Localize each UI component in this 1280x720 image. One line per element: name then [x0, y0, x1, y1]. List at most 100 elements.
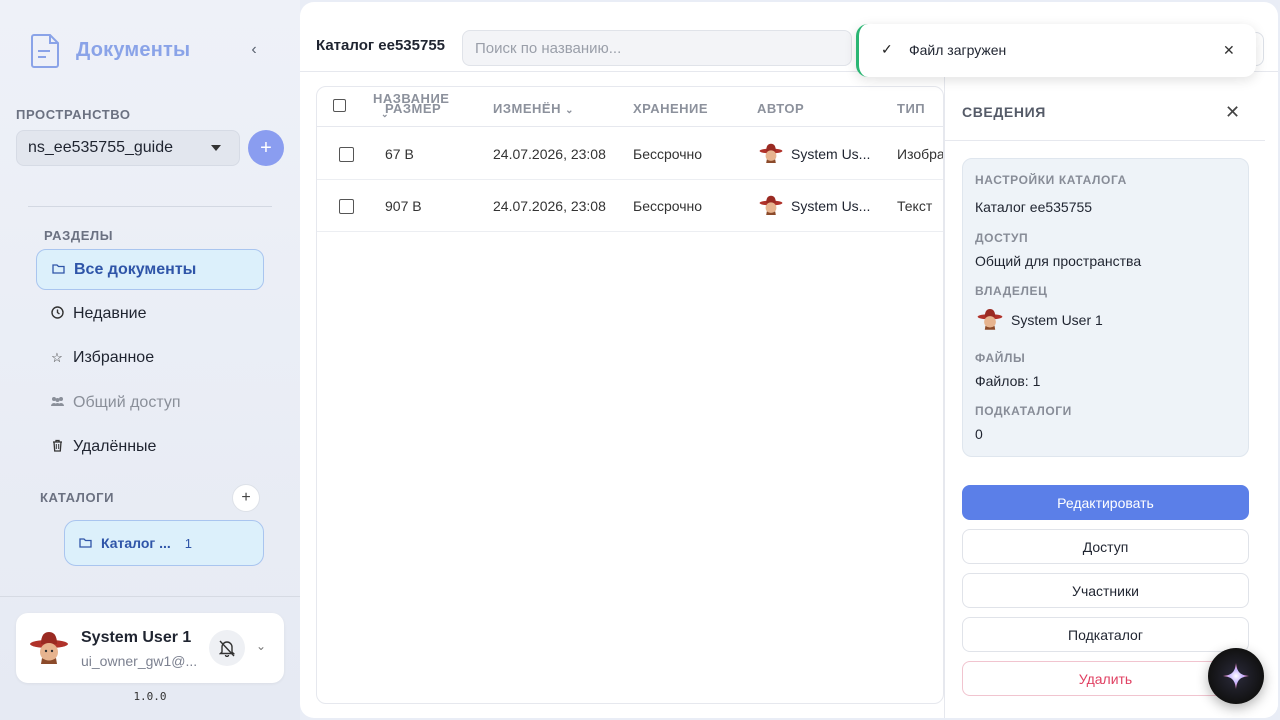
- avatar: [29, 629, 69, 674]
- column-modified-label: ИЗМЕНЁН: [493, 101, 561, 116]
- subcatalogs-value: 0: [975, 426, 983, 442]
- cell-size: 907 B: [385, 198, 422, 214]
- clock-icon: [50, 305, 64, 322]
- app-logo[interactable]: Документы: [30, 32, 190, 68]
- close-icon[interactable]: ✕: [1225, 102, 1240, 123]
- cell-size: 67 B: [385, 146, 414, 162]
- sidebar-item-all-documents[interactable]: Все документы: [36, 249, 264, 290]
- add-space-button[interactable]: +: [248, 130, 284, 166]
- column-storage[interactable]: ХРАНЕНИЕ: [633, 101, 708, 116]
- cell-modified: 24.07.2026, 23:08: [493, 146, 606, 162]
- avatar: [759, 195, 783, 215]
- owner-label: ВЛАДЕЛЕЦ: [975, 284, 1048, 298]
- column-size[interactable]: РАЗМЕР: [385, 101, 441, 116]
- sidebar-item-label: Все документы: [74, 260, 197, 278]
- details-panel: СВЕДЕНИЯ ✕ НАСТРОЙКИ КАТАЛОГА Каталог ee…: [944, 72, 1278, 718]
- collapse-sidebar-icon[interactable]: ‹: [244, 40, 264, 60]
- column-author[interactable]: АВТОР: [757, 101, 804, 116]
- bell-off-icon: [219, 640, 235, 657]
- toast-message: Файл загружен: [909, 42, 1007, 58]
- sidebar-item-deleted[interactable]: Удалённые: [36, 426, 264, 467]
- user-card[interactable]: System User 1 ui_owner_gw1@... ⌄: [16, 613, 284, 683]
- column-type[interactable]: ТИП: [897, 101, 925, 116]
- space-select-value: ns_ee535755_guide: [28, 139, 174, 156]
- cell-author-name: System Us...: [791, 198, 871, 214]
- row-checkbox[interactable]: [339, 147, 354, 162]
- catalogs-label: КАТАЛОГИ: [40, 490, 115, 505]
- sidebar-item-shared[interactable]: Общий доступ: [36, 382, 264, 423]
- folder-icon: [51, 262, 65, 277]
- access-value: Общий для пространства: [975, 253, 1142, 269]
- cell-author: System Us...: [759, 142, 870, 166]
- panel-divider: [945, 140, 1265, 141]
- sidebar-item-recent[interactable]: Недавние: [36, 293, 264, 334]
- catalog-item[interactable]: Каталог ... 1: [64, 520, 264, 566]
- space-label: ПРОСТРАНСТВО: [16, 107, 131, 122]
- table-row[interactable]: 67 B 24.07.2026, 23:08 Бессрочно System …: [317, 128, 944, 180]
- access-label: ДОСТУП: [975, 231, 1029, 245]
- access-button[interactable]: Доступ: [962, 529, 1249, 564]
- settings-label: НАСТРОЙКИ КАТАЛОГА: [975, 173, 1127, 187]
- sidebar-divider: [28, 206, 272, 207]
- avatar: [759, 143, 783, 163]
- sidebar-item-label: Общий доступ: [73, 393, 181, 411]
- cell-type: Текст: [897, 198, 933, 214]
- members-button[interactable]: Участники: [962, 573, 1249, 608]
- cell-author: System Us...: [759, 194, 870, 218]
- chevron-down-icon[interactable]: ⌄: [256, 639, 266, 653]
- search-input[interactable]: [462, 30, 852, 66]
- subcatalogs-label: ПОДКАТАЛОГИ: [975, 404, 1072, 418]
- star-icon: ☆: [51, 349, 63, 365]
- catalog-item-label: Каталог ...: [101, 535, 171, 551]
- add-catalog-button[interactable]: +: [232, 484, 260, 512]
- select-all-checkbox[interactable]: [333, 99, 346, 112]
- settings-value: Каталог ee535755: [975, 199, 1093, 215]
- caret-down-icon: [211, 145, 221, 151]
- owner-name: System User 1: [1011, 312, 1103, 328]
- app-version: 1.0.0: [133, 690, 167, 703]
- sidebar-item-label: Недавние: [73, 304, 147, 322]
- row-checkbox[interactable]: [339, 199, 354, 214]
- sort-chevron-icon: ⌄: [565, 105, 574, 116]
- toast-notification: ✓ Файл загружен ✕: [856, 24, 1256, 77]
- cell-storage: Бессрочно: [633, 198, 703, 214]
- cell-modified: 24.07.2026, 23:08: [493, 198, 606, 214]
- avatar: [977, 308, 1003, 330]
- trash-icon: [50, 439, 64, 455]
- cell-type: Изобра: [897, 146, 944, 162]
- owner-value: System User 1: [977, 307, 1103, 333]
- edit-button[interactable]: Редактировать: [962, 485, 1249, 520]
- toast-close-icon[interactable]: ✕: [1223, 42, 1235, 59]
- cell-author-name: System Us...: [791, 146, 871, 162]
- delete-button[interactable]: Удалить: [962, 661, 1249, 696]
- folder-icon: [79, 536, 92, 551]
- plus-icon: +: [241, 489, 251, 506]
- catalog-item-count: 1: [184, 535, 193, 551]
- column-modified[interactable]: ИЗМЕНЁН ⌄: [493, 101, 574, 116]
- table-header: НАЗВАНИЕ ⌄ РАЗМЕР ИЗМЕНЁН ⌄ ХРАНЕНИЕ АВТ…: [317, 87, 943, 127]
- sparkle-icon: [1223, 663, 1249, 689]
- app-name: Документы: [76, 38, 191, 61]
- panel-title: СВЕДЕНИЯ: [962, 104, 1046, 120]
- assistant-fab-button[interactable]: [1208, 648, 1264, 704]
- notifications-button[interactable]: [209, 630, 245, 666]
- page-title: Каталог ee535755: [316, 37, 446, 54]
- sidebar: Документы ‹ ПРОСТРАНСТВО ns_ee535755_gui…: [0, 0, 300, 720]
- user-email: ui_owner_gw1@...: [81, 653, 198, 669]
- files-value: Файлов: 1: [975, 373, 1041, 389]
- people-icon: [50, 395, 64, 410]
- cell-storage: Бессрочно: [633, 146, 703, 162]
- files-label: ФАЙЛЫ: [975, 351, 1026, 365]
- sidebar-item-label: Избранное: [73, 348, 155, 366]
- table-row[interactable]: 907 B 24.07.2026, 23:08 Бессрочно System…: [317, 180, 943, 232]
- sidebar-item-favorites[interactable]: ☆ Избранное: [36, 337, 264, 378]
- space-select[interactable]: ns_ee535755_guide: [16, 130, 240, 166]
- catalog-info-box: НАСТРОЙКИ КАТАЛОГА Каталог ee535755 ДОСТ…: [962, 158, 1249, 457]
- plus-icon: +: [260, 136, 272, 159]
- subcatalog-button[interactable]: Подкаталог: [962, 617, 1249, 652]
- sidebar-divider: [0, 596, 300, 597]
- user-name: System User 1: [81, 629, 192, 646]
- check-icon: ✓: [881, 41, 893, 57]
- files-table: НАЗВАНИЕ ⌄ РАЗМЕР ИЗМЕНЁН ⌄ ХРАНЕНИЕ АВТ…: [316, 86, 944, 704]
- sidebar-item-label: Удалённые: [73, 437, 157, 455]
